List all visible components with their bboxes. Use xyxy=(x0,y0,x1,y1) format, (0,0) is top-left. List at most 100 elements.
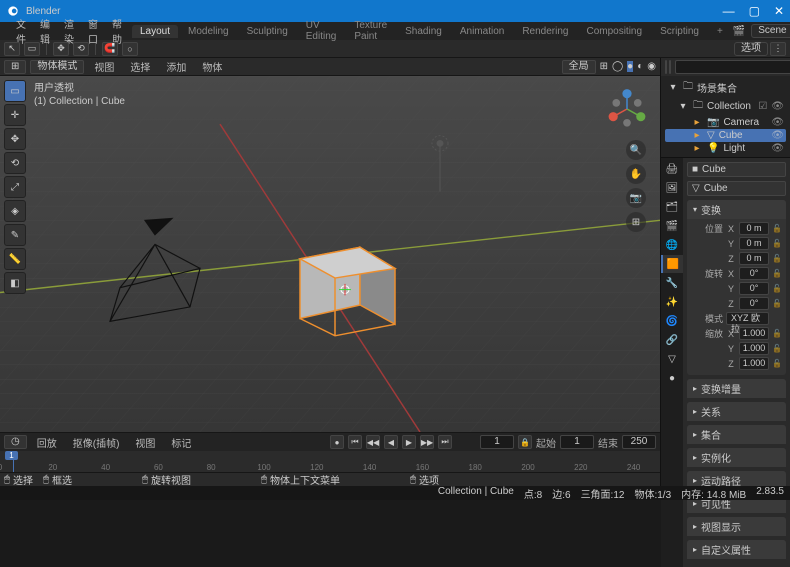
pan-icon[interactable]: ✋ xyxy=(626,164,646,184)
keyframe-prev-icon[interactable]: ◀◀ xyxy=(366,435,380,449)
output-tab-icon[interactable]: 🖼 xyxy=(661,179,683,197)
eye-icon[interactable]: 👁 xyxy=(771,130,784,141)
vp-menu-view[interactable]: 视图 xyxy=(88,58,120,75)
lock-icon[interactable]: 🔓 xyxy=(772,224,782,233)
delta-transform-panel[interactable]: 变换增量 xyxy=(687,379,786,398)
jump-start-icon[interactable]: ⏮ xyxy=(348,435,362,449)
solid-shading-icon[interactable]: ● xyxy=(627,61,633,72)
workspace-tab[interactable]: Compositing xyxy=(578,25,650,38)
collections-panel[interactable]: 集合 xyxy=(687,425,786,444)
world-tab-icon[interactable]: 🌐 xyxy=(661,236,683,254)
lock-icon[interactable]: 🔓 xyxy=(772,239,782,248)
workspace-tab[interactable]: Texture Paint xyxy=(346,19,395,43)
object-breadcrumb[interactable]: ■Cube xyxy=(687,162,786,177)
instancing-panel[interactable]: 实例化 xyxy=(687,448,786,467)
scale-z[interactable]: 1.000 xyxy=(739,357,769,370)
scale-y[interactable]: 1.000 xyxy=(739,342,769,355)
end-frame[interactable]: 250 xyxy=(622,435,656,449)
frame-range-icon[interactable]: 🔒 xyxy=(518,435,532,449)
material-tab-icon[interactable]: ● xyxy=(661,369,683,387)
location-x[interactable]: 0 m xyxy=(739,222,769,235)
play-reverse-icon[interactable]: ◀ xyxy=(384,435,398,449)
viewport-display-panel[interactable]: 视图显示 xyxy=(687,517,786,536)
proportional-icon[interactable]: ○ xyxy=(122,42,138,56)
rotation-x[interactable]: 0° xyxy=(739,267,769,280)
outliner-item-camera[interactable]: ▸📷Camera👁 xyxy=(665,116,786,129)
select-tool-icon[interactable]: ▭ xyxy=(24,42,40,56)
data-tab-icon[interactable]: ▽ xyxy=(661,350,683,368)
workspace-tab[interactable]: Shading xyxy=(397,25,450,38)
location-y[interactable]: 0 m xyxy=(739,237,769,250)
scene-collection-row[interactable]: ▾🗀场景集合 xyxy=(665,78,786,97)
cursor-tool-icon[interactable]: ↖ xyxy=(4,42,20,56)
rotate-tool-icon[interactable]: ⟲ xyxy=(73,42,89,56)
tl-keying[interactable]: 抠像(插帧) xyxy=(67,434,126,451)
display-mode-icon[interactable] xyxy=(669,60,671,74)
lock-icon[interactable]: 🔓 xyxy=(772,359,782,368)
viewlayer-tab-icon[interactable]: 🗂 xyxy=(661,198,683,216)
measure-tool[interactable]: 📏 xyxy=(4,248,26,270)
playhead[interactable] xyxy=(13,451,14,472)
move-tool[interactable]: ✥ xyxy=(4,128,26,150)
move-tool-icon[interactable]: ✥ xyxy=(53,42,69,56)
maximize-button[interactable]: ▢ xyxy=(749,4,760,18)
3d-viewport[interactable]: ▭ ✛ ✥ ⟲ ⤢ ◈ ✎ 📏 ◧ 用户透视 (1) Collection | … xyxy=(0,76,660,432)
camera-view-icon[interactable]: 📷 xyxy=(626,188,646,208)
workspace-tab[interactable]: UV Editing xyxy=(298,19,345,43)
cursor-tool[interactable]: ✛ xyxy=(4,104,26,126)
workspace-tab[interactable]: Layout xyxy=(132,25,178,38)
keyframe-next-icon[interactable]: ▶▶ xyxy=(420,435,434,449)
outliner-item-light[interactable]: ▸💡Light👁 xyxy=(665,142,786,155)
rotation-z[interactable]: 0° xyxy=(739,297,769,310)
scene-tab-icon[interactable]: 🎬 xyxy=(661,217,683,235)
rotation-mode[interactable]: XYZ 欧拉 xyxy=(726,312,769,325)
add-cube-tool[interactable]: ◧ xyxy=(4,272,26,294)
physics-tab-icon[interactable]: 🌀 xyxy=(661,312,683,330)
workspace-tab[interactable]: Sculpting xyxy=(239,25,296,38)
transform-panel-header[interactable]: 变换 xyxy=(687,200,786,219)
lock-icon[interactable]: 🔓 xyxy=(772,284,782,293)
rendered-shading-icon[interactable]: ◉ xyxy=(647,61,656,72)
location-z[interactable]: 0 m xyxy=(739,252,769,265)
timeline-track[interactable]: 020406080100120140160180200220240 xyxy=(0,451,660,472)
exclude-icon[interactable]: ☑ xyxy=(758,101,767,112)
options-dropdown[interactable]: 选项 xyxy=(734,42,768,56)
orientation-dropdown[interactable]: 全局 xyxy=(562,60,596,74)
workspace-tab[interactable]: Animation xyxy=(452,25,512,38)
scale-x[interactable]: 1.000 xyxy=(739,327,769,340)
lock-icon[interactable]: 🔓 xyxy=(772,329,782,338)
wireframe-shading-icon[interactable]: ◯ xyxy=(612,61,623,72)
snap-toggle[interactable]: ⊞ xyxy=(600,61,608,72)
eye-icon[interactable]: 👁 xyxy=(771,143,784,154)
snap-icon[interactable]: 🧲 xyxy=(102,42,118,56)
vp-menu-object[interactable]: 物体 xyxy=(196,58,228,75)
editor-type-dropdown[interactable]: ⊞ xyxy=(4,60,26,74)
collection-row[interactable]: ▾🗀Collection☑👁 xyxy=(665,97,786,116)
vp-menu-add[interactable]: 添加 xyxy=(160,58,192,75)
workspace-tab[interactable]: Rendering xyxy=(514,25,576,38)
jump-end-icon[interactable]: ⏭ xyxy=(438,435,452,449)
transform-tool[interactable]: ◈ xyxy=(4,200,26,222)
annotate-tool[interactable]: ✎ xyxy=(4,224,26,246)
close-button[interactable]: ✕ xyxy=(774,4,784,18)
outliner-item-cube[interactable]: ▸▽Cube👁 xyxy=(665,129,786,142)
custom-props-panel[interactable]: 自定义属性 xyxy=(687,540,786,559)
rotate-tool[interactable]: ⟲ xyxy=(4,152,26,174)
scene-selector[interactable]: Scene xyxy=(751,24,790,38)
current-frame[interactable]: 1 xyxy=(480,435,514,449)
outliner-search[interactable] xyxy=(675,60,790,74)
object-tab-icon[interactable]: 🟧 xyxy=(661,255,683,273)
object-name-field[interactable]: ▽Cube xyxy=(687,181,786,196)
mode-dropdown[interactable]: 物体模式 xyxy=(30,60,84,74)
tl-marker[interactable]: 标记 xyxy=(165,434,197,451)
lock-icon[interactable]: 🔓 xyxy=(772,299,782,308)
play-icon[interactable]: ▶ xyxy=(402,435,416,449)
lock-icon[interactable]: 🔓 xyxy=(772,344,782,353)
vp-menu-select[interactable]: 选择 xyxy=(124,58,156,75)
eye-icon[interactable]: 👁 xyxy=(771,101,784,112)
autokey-icon[interactable]: ● xyxy=(330,435,344,449)
select-box-tool[interactable]: ▭ xyxy=(4,80,26,102)
material-shading-icon[interactable]: ◐ xyxy=(637,61,643,72)
lock-icon[interactable]: 🔓 xyxy=(772,254,782,263)
particles-tab-icon[interactable]: ✨ xyxy=(661,293,683,311)
